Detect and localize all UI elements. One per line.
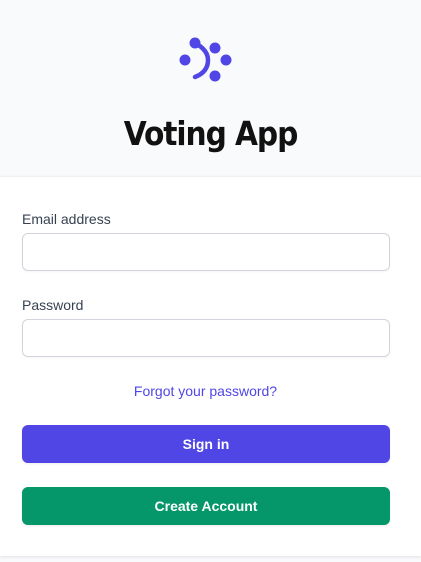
brand-logo-icon xyxy=(179,37,232,82)
page-header: Voting App xyxy=(0,0,421,176)
app-title: Voting App xyxy=(123,114,299,153)
password-input[interactable] xyxy=(22,319,390,357)
forgot-password-link[interactable]: Forgot your password? xyxy=(0,383,411,399)
email-input[interactable] xyxy=(22,233,390,271)
password-label: Password xyxy=(22,297,84,313)
email-label: Email address xyxy=(22,211,111,227)
sign-in-button[interactable]: Sign in xyxy=(22,425,390,463)
login-form-card: Email address Password Forgot your passw… xyxy=(0,176,421,556)
create-account-button[interactable]: Create Account xyxy=(22,487,390,525)
